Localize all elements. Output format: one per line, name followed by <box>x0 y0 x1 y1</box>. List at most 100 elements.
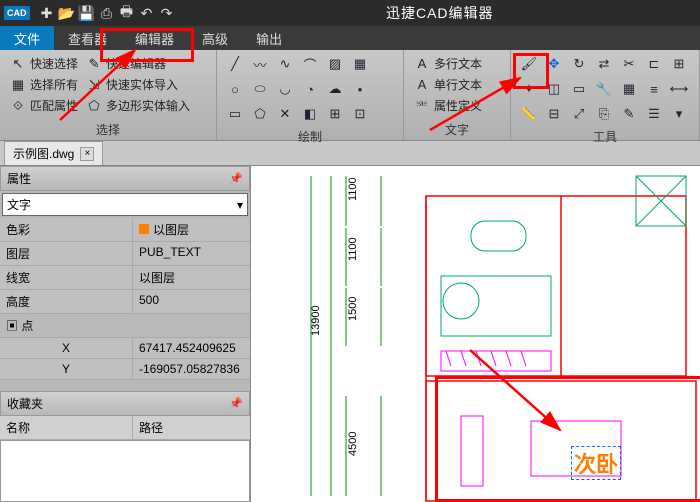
rect-icon[interactable]: ▭ <box>225 104 245 124</box>
saveas-icon[interactable]: ⎙ <box>98 4 116 22</box>
copy-icon[interactable]: ⎘ <box>594 104 614 124</box>
favorites-header: 收藏夹📌 <box>0 391 250 416</box>
dim-1100a: 1100 <box>347 177 359 201</box>
region-icon[interactable]: ▦ <box>350 54 370 74</box>
trim-icon[interactable]: ✂ <box>619 54 639 74</box>
tab-output[interactable]: 输出 <box>242 26 296 50</box>
match-props-button[interactable]: ⟐匹配属性 <box>8 96 80 115</box>
prop-color-key: 色彩 <box>0 218 133 241</box>
group-select-label: 选择 <box>8 119 208 138</box>
mirror-icon[interactable]: ⇄ <box>594 54 614 74</box>
properties-header: 属性📌 <box>0 166 250 191</box>
select-all-button[interactable]: ▦选择所有 <box>8 75 80 94</box>
polyline-icon[interactable]: 〰 <box>250 54 270 74</box>
explode-icon[interactable]: ✦ <box>519 79 539 99</box>
document-tab[interactable]: 示例图.dwg × <box>4 141 103 165</box>
entity-import-button[interactable]: ⇲快速实体导入 <box>84 75 192 94</box>
spline-icon[interactable]: ∿ <box>275 54 295 74</box>
scale-icon[interactable]: ⤢ <box>569 104 589 124</box>
close-tab-icon[interactable]: × <box>80 147 94 161</box>
polygon-input-button[interactable]: ⬠多边形实体输入 <box>84 96 192 115</box>
dim-1500: 1500 <box>347 297 359 321</box>
dim-1100b: 1100 <box>347 237 359 261</box>
brush-icon[interactable]: 🖌 <box>519 54 539 74</box>
hatch-icon[interactable]: ▨ <box>325 54 345 74</box>
app-logo: CAD <box>4 6 30 20</box>
prop-y-val[interactable]: -169057.05827836 <box>133 359 250 379</box>
drawing-canvas[interactable]: 1100 1100 1500 13900 4500 <box>251 166 700 502</box>
edit-icon[interactable]: ✎ <box>619 104 639 124</box>
prop-layer-key: 图层 <box>0 242 133 265</box>
prop-lw-val[interactable]: 以图层 <box>133 266 250 289</box>
prop-point-section: ▣ 点 <box>0 314 250 338</box>
offset-icon[interactable]: ⊏ <box>644 54 664 74</box>
block-icon[interactable]: ⊞ <box>325 104 345 124</box>
poly-icon[interactable]: ⬠ <box>250 104 270 124</box>
circle-icon[interactable]: ○ <box>225 79 245 99</box>
prop-h-key: 高度 <box>0 290 133 313</box>
measure-icon[interactable]: 📏 <box>519 104 539 124</box>
open-icon[interactable]: 📂 <box>58 4 76 22</box>
array-icon[interactable]: ⊞ <box>669 54 689 74</box>
selectall-icon: ▦ <box>10 77 26 93</box>
more-icon[interactable]: ▾ <box>669 104 689 124</box>
cloud-icon[interactable]: ☁ <box>325 79 345 99</box>
layers-icon[interactable]: ☰ <box>644 104 664 124</box>
grid-icon[interactable]: ▦ <box>619 79 639 99</box>
prop-layer-val[interactable]: PUB_TEXT <box>133 242 250 265</box>
layer-icon[interactable]: ≡ <box>644 79 664 99</box>
prop-x-val[interactable]: 67417.452409625 <box>133 338 250 358</box>
group-draw-label: 绘制 <box>225 126 395 145</box>
prop-y-key: Y <box>0 359 133 379</box>
mtext-icon: A <box>414 56 430 72</box>
box-icon[interactable]: ◫ <box>544 79 564 99</box>
prop-lw-key: 线宽 <box>0 266 133 289</box>
room-label[interactable]: 次卧 <box>571 446 621 480</box>
rotate-icon[interactable]: ↻ <box>569 54 589 74</box>
line-icon[interactable]: ╱ <box>225 54 245 74</box>
save-icon[interactable]: 💾 <box>78 4 96 22</box>
prop-color-val[interactable]: 以图层 <box>133 218 250 241</box>
match-icon: ⟐ <box>10 98 26 114</box>
arc-icon[interactable]: ⌒ <box>300 54 320 74</box>
print-icon[interactable]: 🖶 <box>118 4 136 22</box>
box2-icon[interactable]: ▭ <box>569 79 589 99</box>
category-select[interactable]: 文字▾ <box>2 193 248 216</box>
app-title: 迅捷CAD编辑器 <box>180 3 700 23</box>
ellipsearc-icon[interactable]: ◔ <box>300 79 320 99</box>
3d-icon[interactable]: ◧ <box>300 104 320 124</box>
quickedit-icon: ✎ <box>86 56 102 72</box>
attrdef-button[interactable]: ⎃属性定义 <box>412 96 484 115</box>
chevron-down-icon: ▾ <box>237 198 243 212</box>
tab-edit[interactable]: 编辑器 <box>121 26 188 50</box>
quick-select-button[interactable]: ↖快速选择 <box>8 54 80 73</box>
tab-file[interactable]: 文件 <box>0 26 54 50</box>
tab-view[interactable]: 查看器 <box>54 26 121 50</box>
ellipse-icon[interactable]: ⬭ <box>250 79 270 99</box>
pin-icon[interactable]: 📌 <box>229 397 243 410</box>
insert-icon[interactable]: ⊡ <box>350 104 370 124</box>
polygon-icon: ⬠ <box>86 98 102 114</box>
redo-icon[interactable]: ↷ <box>158 4 176 22</box>
cursor-icon: ↖ <box>10 56 26 72</box>
pin-icon[interactable]: 📌 <box>229 172 243 185</box>
new-icon[interactable]: ✚ <box>38 4 56 22</box>
wrench-icon[interactable]: 🔧 <box>594 79 614 99</box>
mtext-button[interactable]: A多行文本 <box>412 54 484 73</box>
undo-icon[interactable]: ↶ <box>138 4 156 22</box>
arc2-icon[interactable]: ◡ <box>275 79 295 99</box>
dim-icon[interactable]: ⟷ <box>669 79 689 99</box>
align-icon[interactable]: ⊟ <box>544 104 564 124</box>
document-name: 示例图.dwg <box>13 145 74 162</box>
point-icon[interactable]: • <box>350 79 370 99</box>
dim-13900: 13900 <box>310 305 322 336</box>
move-icon[interactable]: ✥ <box>544 54 564 74</box>
quick-editor-button[interactable]: ✎快速编辑器 <box>84 54 192 73</box>
stext-button[interactable]: A单行文本 <box>412 75 484 94</box>
tab-advanced[interactable]: 高级 <box>188 26 242 50</box>
prop-h-val[interactable]: 500 <box>133 290 250 313</box>
prop-x-key: X <box>0 338 133 358</box>
group-tools-label: 工具 <box>519 126 691 145</box>
fav-path-col: 路径 <box>133 416 169 439</box>
cross-icon[interactable]: ✕ <box>275 104 295 124</box>
